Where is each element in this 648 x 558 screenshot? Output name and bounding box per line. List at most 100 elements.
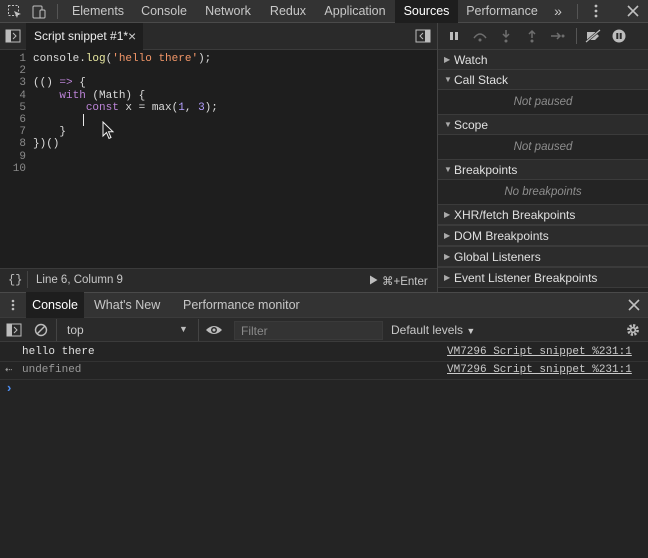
line-number: 6	[19, 114, 26, 126]
section-event-listener-breakpoints[interactable]: ▶ Event Listener Breakpoints	[438, 267, 648, 288]
source-link[interactable]: VM7296 Script snippet %231:1	[447, 362, 632, 379]
device-toolbar-icon[interactable]	[31, 4, 47, 20]
console-filter-input[interactable]: Filter	[234, 321, 383, 340]
section-call-stack[interactable]: ▼ Call Stack	[438, 69, 648, 90]
section-label: Watch	[454, 53, 488, 67]
section-label: Breakpoints	[454, 163, 518, 177]
chevron-down-icon: ▼	[179, 324, 188, 334]
status-separator	[27, 271, 28, 288]
section-label: Global Listeners	[454, 250, 541, 264]
text-cursor	[83, 114, 84, 126]
section-label: DOM Breakpoints	[454, 229, 549, 243]
expand-triangle-icon: ▶	[444, 210, 451, 219]
more-options-icon[interactable]	[588, 3, 604, 19]
toolbar-separator	[57, 4, 58, 19]
drawer-tab-console[interactable]: Console	[26, 292, 84, 318]
filter-placeholder: Filter	[241, 324, 268, 338]
console-settings-gear-icon[interactable]	[626, 323, 640, 337]
context-selector[interactable]: top ▼	[62, 320, 192, 340]
pretty-print-button[interactable]: {}	[8, 273, 22, 287]
clear-console-icon[interactable]	[34, 323, 48, 337]
mouse-pointer-icon	[102, 121, 116, 141]
section-breakpoints[interactable]: ▼ Breakpoints	[438, 159, 648, 180]
drawer-tab-whats-new[interactable]: What's New	[94, 292, 160, 318]
breakpoints-empty: No breakpoints	[504, 186, 582, 198]
scope-empty: Not paused	[513, 141, 573, 153]
drawer-menu-icon[interactable]	[7, 298, 19, 312]
more-tabs-button[interactable]: »	[548, 0, 568, 23]
close-tab-icon[interactable]: ×	[128, 23, 136, 49]
step-over-icon[interactable]	[472, 30, 488, 42]
tab-performance[interactable]: Performance	[458, 0, 546, 23]
call-stack-empty: Not paused	[513, 96, 573, 108]
close-drawer-icon[interactable]	[627, 298, 641, 312]
line-number: 1	[19, 53, 26, 65]
collapse-triangle-icon: ▼	[444, 120, 452, 129]
section-watch[interactable]: ▶ Watch	[438, 49, 648, 70]
line-number: 10	[12, 162, 26, 175]
live-expression-eye-icon[interactable]	[205, 323, 223, 337]
step-into-icon[interactable]	[500, 29, 512, 43]
devtools-window: { "top_tabs": [ {"label": "Elements"}, {…	[0, 0, 648, 558]
expand-triangle-icon: ▶	[444, 231, 451, 240]
toolbar-separator	[577, 4, 578, 19]
toolbar-separator	[198, 319, 199, 341]
console-sidebar-icon[interactable]	[6, 323, 22, 337]
section-scope[interactable]: ▼ Scope	[438, 114, 648, 135]
drawer-tab-performance-monitor[interactable]: Performance monitor	[183, 292, 300, 318]
toolbar-separator	[56, 319, 57, 341]
line-number: 2	[19, 65, 26, 78]
collapse-triangle-icon: ▼	[444, 165, 452, 174]
code-line-5: const x = max(1, 3);	[85, 101, 218, 114]
tab-redux[interactable]: Redux	[260, 0, 316, 23]
code-line-4: with (Math) {	[59, 89, 146, 102]
code-line-3: (() => {	[33, 77, 86, 90]
run-shortcut-label[interactable]: ⌘+Enter	[382, 274, 428, 288]
tab-application[interactable]: Application	[316, 0, 394, 23]
pause-on-exceptions-icon[interactable]	[612, 29, 626, 43]
line-number: 9	[19, 150, 26, 163]
result-text: undefined	[22, 364, 82, 376]
result-arrow-icon: ⇠	[5, 363, 13, 377]
expand-triangle-icon: ▶	[444, 252, 451, 261]
close-devtools-icon[interactable]	[625, 3, 641, 19]
section-label: XHR/fetch Breakpoints	[454, 208, 576, 222]
console-prompt-area[interactable]: ›	[0, 380, 648, 558]
section-label: Event Listener Breakpoints	[454, 271, 598, 285]
log-text: hello there	[22, 346, 95, 358]
context-value: top	[67, 323, 84, 337]
tab-network[interactable]: Network	[196, 0, 260, 23]
expand-triangle-icon: ▶	[444, 273, 451, 282]
tab-elements[interactable]: Elements	[64, 0, 132, 23]
tab-console[interactable]: Console	[132, 0, 196, 23]
section-label: Scope	[454, 118, 489, 132]
pause-icon[interactable]	[448, 30, 460, 42]
line-number: 3	[19, 77, 26, 90]
expand-triangle-icon: ▶	[444, 55, 451, 64]
deactivate-breakpoints-icon[interactable]	[585, 29, 601, 43]
toggle-navigator-icon[interactable]	[5, 29, 21, 43]
code-line-1: console.log('hello there');	[33, 53, 212, 65]
step-icon[interactable]	[550, 30, 566, 42]
section-global-listeners[interactable]: ▶ Global Listeners	[438, 246, 648, 267]
tab-sources[interactable]: Sources	[395, 0, 458, 23]
step-out-icon[interactable]	[526, 29, 538, 43]
collapse-triangle-icon: ▼	[444, 75, 452, 84]
inspect-element-icon[interactable]	[7, 4, 23, 20]
line-number: 4	[19, 89, 26, 102]
toolbar-separator	[576, 28, 577, 44]
tab-script-snippet[interactable]: Script snippet #1* ×	[26, 23, 143, 50]
cursor-position: Line 6, Column 9	[36, 274, 123, 286]
code-line-7: }	[33, 126, 67, 139]
console-prompt-icon: ›	[7, 380, 12, 395]
console-message-result: ⇠ undefined VM7296 Script snippet %231:1	[0, 362, 648, 380]
toggle-debugger-icon[interactable]	[415, 29, 431, 43]
run-snippet-icon[interactable]	[369, 275, 378, 285]
chevron-down-icon: ▼	[466, 326, 476, 336]
section-dom-breakpoints[interactable]: ▶ DOM Breakpoints	[438, 225, 648, 246]
line-number: 7	[19, 126, 26, 139]
line-number: 5	[19, 101, 26, 114]
section-xhr-breakpoints[interactable]: ▶ XHR/fetch Breakpoints	[438, 204, 648, 225]
source-link[interactable]: VM7296 Script snippet %231:1	[447, 344, 632, 361]
log-levels-dropdown[interactable]: Default levels ▼	[391, 323, 475, 337]
